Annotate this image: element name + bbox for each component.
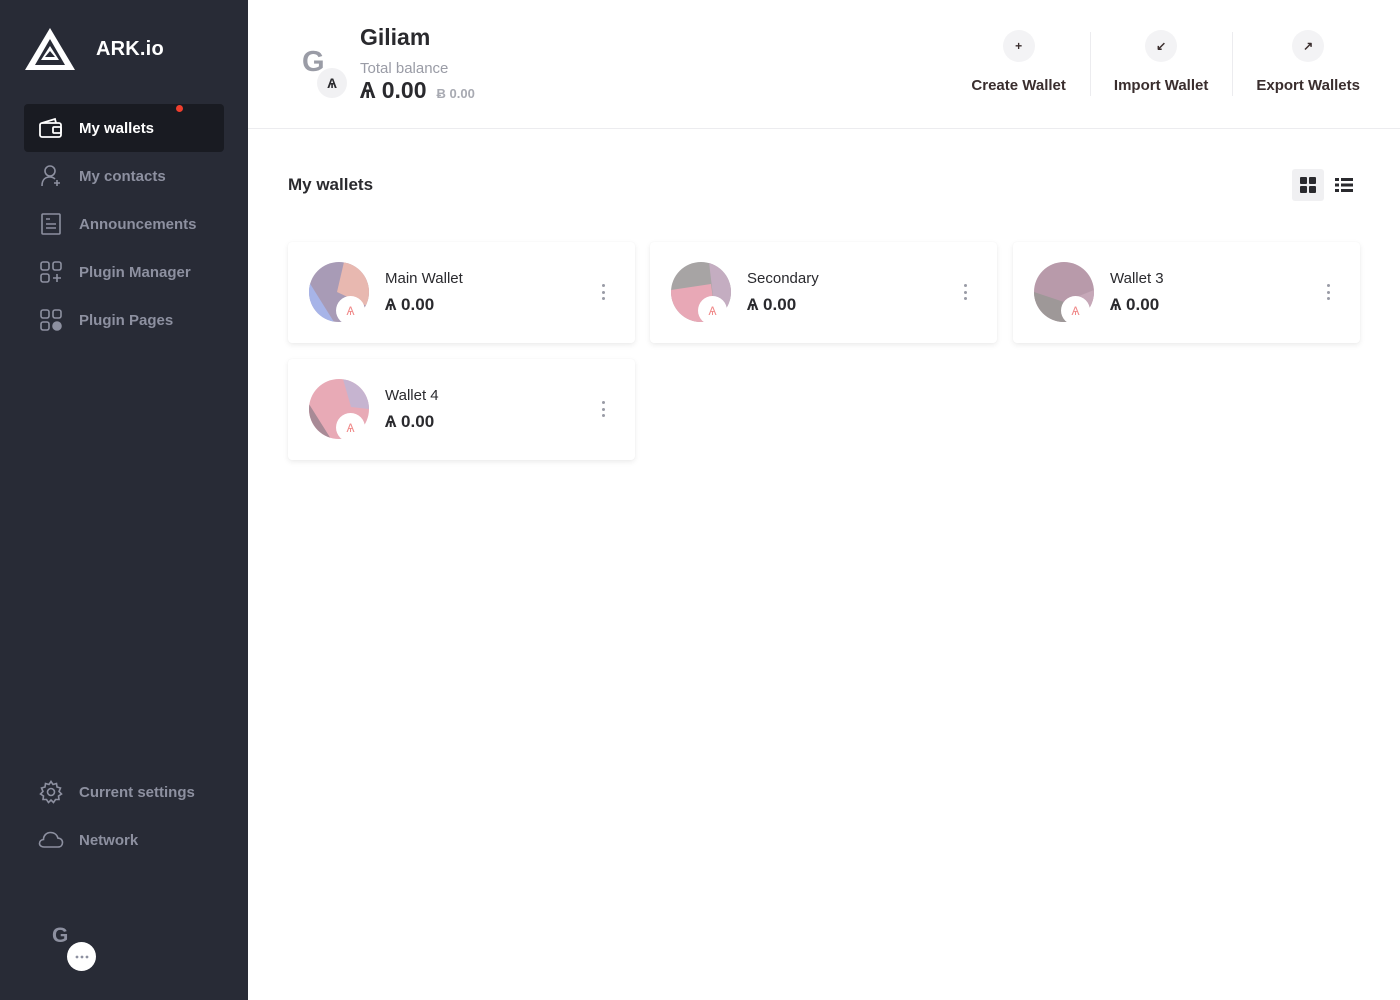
wallet-menu-button[interactable]	[597, 399, 609, 419]
balance-value: Ѧ 0.00	[360, 77, 427, 103]
notification-dot	[176, 105, 183, 112]
wallet-card[interactable]: Ѧ Secondary Ѧ 0.00	[650, 242, 997, 343]
wallet-balance: Ѧ 0.00	[747, 295, 797, 314]
brand[interactable]: ARK.io	[24, 26, 164, 72]
create-wallet-label: Create Wallet	[971, 77, 1066, 94]
wallet-icon	[38, 115, 64, 141]
sidebar-item-announcements[interactable]: Announcements	[24, 200, 224, 248]
profile-menu-button[interactable]	[67, 942, 96, 971]
sidebar-item-current-settings[interactable]: Current settings	[24, 768, 224, 816]
sidebar-item-label: Plugin Pages	[79, 311, 174, 329]
sidebar-item-my-wallets[interactable]: My wallets	[24, 104, 224, 152]
plugin-manager-icon	[38, 259, 64, 285]
ark-currency-icon: Ѧ	[698, 296, 727, 325]
ark-currency-icon: Ѧ	[336, 413, 365, 442]
more-vertical-icon	[601, 401, 605, 404]
cloud-icon	[38, 827, 64, 853]
contacts-icon	[38, 163, 64, 189]
sidebar-item-plugin-manager[interactable]: Plugin Manager	[24, 248, 224, 296]
sidebar: ARK.io My wallets My contacts Announceme…	[0, 0, 248, 1000]
plugin-pages-icon	[38, 307, 64, 333]
profile-avatar[interactable]: G	[52, 924, 68, 948]
ark-currency-icon: Ѧ	[317, 68, 347, 98]
import-wallet-label: Import Wallet	[1113, 77, 1209, 94]
list-icon	[1335, 178, 1353, 192]
list-view-button[interactable]	[1328, 169, 1360, 201]
wallet-card[interactable]: Ѧ Main Wallet Ѧ 0.00	[288, 242, 635, 343]
announcements-icon	[38, 211, 64, 237]
ark-currency-icon: Ѧ	[1061, 296, 1090, 325]
export-wallets-label: Export Wallets	[1256, 77, 1360, 94]
view-toggle	[1292, 169, 1364, 201]
wallet-menu-button[interactable]	[959, 282, 971, 302]
more-horizontal-icon	[75, 955, 88, 958]
sidebar-item-label: Network	[79, 831, 139, 849]
brand-name: ARK.io	[96, 37, 164, 60]
sidebar-nav: My wallets My contacts Announcements Plu…	[24, 104, 224, 344]
header: G Ѧ Giliam Total balance Ѧ 0.00 Ƀ 0.00 +…	[248, 0, 1400, 129]
page-title: My wallets	[288, 175, 374, 194]
wallet-menu-button[interactable]	[597, 282, 609, 302]
balance-alt-value: Ƀ 0.00	[436, 86, 475, 101]
wallet-card[interactable]: Ѧ Wallet 3 Ѧ 0.00	[1013, 242, 1360, 343]
wallet-balance: Ѧ 0.00	[385, 412, 435, 431]
wallet-name: Main Wallet	[385, 270, 463, 287]
sidebar-item-plugin-pages[interactable]: Plugin Pages	[24, 296, 224, 344]
sidebar-item-my-contacts[interactable]: My contacts	[24, 152, 224, 200]
ark-logo-icon	[25, 28, 75, 70]
export-icon: ↗	[1292, 30, 1325, 62]
wallet-name: Secondary	[747, 270, 819, 287]
sidebar-item-label: Current settings	[79, 783, 195, 801]
wallet-balance: Ѧ 0.00	[1110, 295, 1160, 314]
wallet-name: Wallet 3	[1110, 270, 1164, 287]
sidebar-bottom-nav: Current settings Network	[24, 768, 224, 864]
export-wallets-button[interactable]: ↗ Export Wallets	[1232, 30, 1384, 98]
grid-view-button[interactable]	[1292, 169, 1324, 201]
wallet-name: Wallet 4	[385, 387, 439, 404]
sidebar-item-label: My contacts	[79, 167, 166, 185]
header-actions: + Create Wallet ↙ Import Wallet ↗ Export…	[947, 30, 1384, 98]
more-vertical-icon	[601, 284, 605, 287]
wallet-balance: Ѧ 0.00	[385, 295, 435, 314]
import-wallet-button[interactable]: ↙ Import Wallet	[1089, 30, 1232, 98]
sidebar-item-network[interactable]: Network	[24, 816, 224, 864]
more-vertical-icon	[963, 284, 967, 287]
wallet-card[interactable]: Ѧ Wallet 4 Ѧ 0.00	[288, 359, 635, 460]
total-balance: Ѧ 0.00 Ƀ 0.00	[360, 77, 475, 104]
profile-name: Giliam	[360, 24, 431, 50]
grid-icon	[1300, 177, 1316, 193]
sidebar-item-label: Announcements	[79, 215, 197, 233]
gear-icon	[38, 779, 64, 805]
wallet-menu-button[interactable]	[1322, 282, 1334, 302]
balance-label: Total balance	[360, 60, 449, 77]
more-vertical-icon	[1326, 284, 1330, 287]
ark-currency-icon: Ѧ	[336, 296, 365, 325]
plus-icon: +	[1002, 30, 1035, 62]
sidebar-item-label: My wallets	[79, 119, 155, 137]
sidebar-item-label: Plugin Manager	[79, 263, 191, 281]
import-icon: ↙	[1145, 30, 1178, 62]
create-wallet-button[interactable]: + Create Wallet	[947, 30, 1089, 98]
